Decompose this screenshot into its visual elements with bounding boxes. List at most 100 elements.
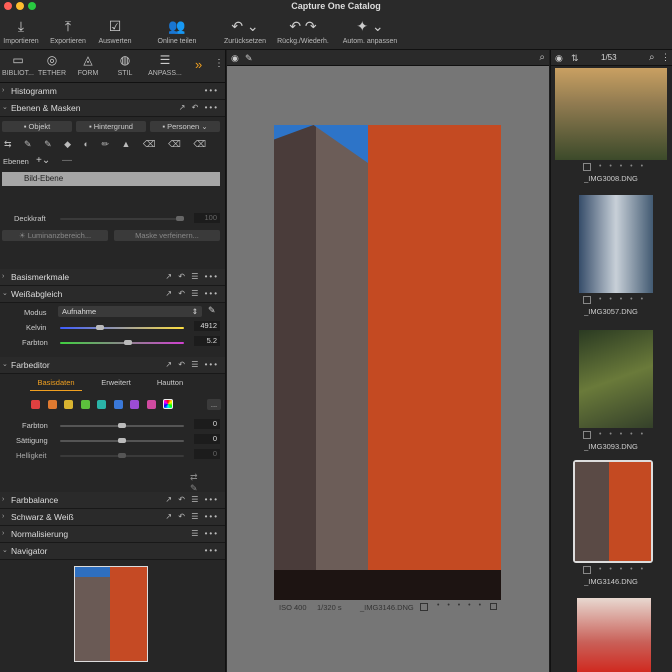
tab-advanced[interactable]: Erweitert [92, 378, 140, 387]
section-tools-icon[interactable]: ↗ ↶ ☰ ••• [165, 509, 219, 525]
rating-dots[interactable]: • • • • • [599, 163, 646, 170]
eye-icon[interactable]: ◉ [555, 53, 563, 64]
section-white-balance[interactable]: ⌄ Weißabgleich ↗ ↶ ☰ ••• [0, 286, 225, 303]
tab-form[interactable]: ◬ FORM [68, 52, 108, 79]
rating-dots[interactable]: • • • • • [437, 602, 484, 609]
undo-redo-button[interactable]: ↶ ↷ Rückg./Wiederh. [275, 15, 331, 47]
export-icon: ⤒ [64, 18, 72, 34]
opacity-slider[interactable] [60, 216, 184, 221]
saturation-value[interactable]: 0 [194, 434, 220, 444]
section-tools-icon[interactable]: ↗ ↶ ☰ ••• [165, 269, 219, 285]
section-navigator[interactable]: ⌄ Navigator ••• [0, 543, 225, 560]
chevron-down-icon: ⌄ [41, 155, 51, 166]
color-swatch[interactable] [47, 400, 57, 409]
color-swatch[interactable] [113, 400, 123, 409]
saturation-slider[interactable] [60, 438, 184, 443]
eyedropper-icon[interactable]: ✎ [208, 305, 216, 316]
section-color-editor[interactable]: ⌄ Farbeditor ↗ ↶ ☰ ••• [0, 357, 225, 374]
navigator-preview[interactable] [74, 566, 148, 662]
select-checkbox[interactable] [420, 603, 428, 611]
color-wheel-swatch[interactable] [163, 399, 173, 409]
pen-icon[interactable]: ✎ [245, 53, 253, 64]
kelvin-value[interactable]: 4912 [194, 321, 220, 331]
thumbnail-item[interactable]: • • • • • _IMG3057.DNG [555, 195, 667, 329]
close-window-button[interactable] [4, 2, 12, 10]
import-button[interactable]: ⤓ Importieren [2, 15, 40, 47]
section-tools-icon[interactable]: ☰ ••• [191, 526, 219, 542]
picker-icons[interactable]: ⇄ ✎ [190, 472, 225, 494]
tabs-menu-icon[interactable]: ⋮ [214, 58, 224, 69]
share-online-button[interactable]: 👥 Online teilen [152, 15, 202, 47]
kelvin-slider[interactable] [60, 325, 184, 330]
people-mask-button[interactable]: ▪ Personen ⌄ [150, 121, 220, 132]
tint-value[interactable]: 5.2 [194, 336, 220, 346]
tools-panel: ▭ BIBLIOT... ◎ TETHER ◬ FORM ◍ STIL ☰ AN… [0, 50, 226, 672]
thumbnail-item-selected[interactable] [573, 460, 653, 563]
main-image[interactable] [274, 125, 501, 600]
color-swatch[interactable] [130, 400, 139, 409]
hue-value[interactable]: 0 [194, 419, 220, 429]
tint-label: Farbton [22, 338, 48, 347]
section-layers[interactable]: ⌄ Ebenen & Masken ↗ ↶ ••• [0, 100, 225, 117]
search-icon[interactable]: ⌕ [649, 52, 655, 63]
search-icon[interactable]: ⌕ [539, 52, 545, 63]
object-mask-button[interactable]: ▪ Objekt [2, 121, 72, 132]
color-tag-icon[interactable] [490, 603, 497, 610]
select-checkbox[interactable] [583, 566, 591, 574]
section-tools-icon[interactable]: ↗ ↶ ☰ ••• [165, 357, 219, 373]
select-checkbox[interactable] [583, 163, 591, 171]
remove-layer-button[interactable]: — [62, 155, 72, 166]
auto-adjust-button[interactable]: ✦ ⌄ Autom. anpassen [340, 15, 400, 47]
section-tools-icon[interactable]: ↗ ↶ ••• [179, 100, 219, 116]
lightness-value[interactable]: 0 [194, 449, 220, 459]
thumbnail-image[interactable] [577, 598, 651, 672]
hue-slider[interactable] [60, 423, 184, 428]
lightness-slider[interactable] [60, 453, 184, 458]
color-swatch[interactable] [80, 400, 90, 409]
mask-tools-icon[interactable]: ⇆ ✎ ✎ ◆ ◐ ✏ ▲ ⌫ ⌫ ⌫ [4, 139, 211, 150]
more-icon[interactable]: ⋮ [661, 52, 670, 63]
select-checkbox[interactable] [583, 431, 591, 439]
minimize-window-button[interactable] [16, 2, 24, 10]
color-swatch[interactable] [97, 400, 106, 409]
tab-skin-tone[interactable]: Hautton [148, 378, 192, 387]
more-icon[interactable]: ••• [205, 543, 219, 559]
eye-icon[interactable]: ◉ [231, 53, 239, 64]
section-black-white[interactable]: › Schwarz & Weiß ↗ ↶ ☰ ••• [0, 509, 225, 526]
maximize-window-button[interactable] [28, 2, 36, 10]
select-checkbox[interactable] [583, 296, 591, 304]
section-histogram[interactable]: › Histogramm ••• [0, 83, 225, 100]
section-tools-icon[interactable]: ↗ ↶ ☰ ••• [165, 286, 219, 302]
thumbnail-item[interactable]: • • • • • _IMG3008.DNG [555, 68, 667, 194]
tab-tether[interactable]: ◎ TETHER [32, 52, 72, 79]
luminance-range-button[interactable]: ☀ Luminanzbereich... [2, 230, 108, 241]
reset-button[interactable]: ↶ ⌄ Zurücksetzen [220, 15, 270, 47]
mode-select[interactable]: Aufnahme ⇕ [58, 306, 202, 317]
tab-style[interactable]: ◍ STIL [105, 52, 145, 79]
review-button[interactable]: ☑ Auswerten [95, 15, 135, 47]
section-color-balance[interactable]: › Farbbalance ↗ ↶ ☰ ••• [0, 492, 225, 509]
color-swatch[interactable] [31, 400, 40, 409]
section-tools-icon[interactable]: ↗ ↶ ☰ ••• [165, 492, 219, 508]
rating-dots[interactable]: • • • • • [599, 431, 646, 438]
tab-adjust[interactable]: ☰ ANPASS... [143, 52, 187, 79]
section-normalize[interactable]: › Normalisierung ☰ ••• [0, 526, 225, 543]
rating-dots[interactable]: • • • • • [599, 566, 646, 573]
background-mask-button[interactable]: ▪ Hintergrund [76, 121, 146, 132]
more-tabs-icon[interactable]: » [195, 57, 202, 72]
export-button[interactable]: ⤒ Exportieren [46, 15, 90, 47]
rating-dots[interactable]: • • • • • [599, 296, 646, 303]
sort-icon[interactable]: ⇅ [571, 53, 579, 64]
more-swatches-button[interactable]: ... [207, 399, 221, 410]
tint-slider[interactable] [60, 340, 184, 345]
more-icon[interactable]: ••• [205, 83, 219, 99]
refine-mask-button[interactable]: Maske verfeinern... [114, 230, 220, 241]
color-swatch[interactable] [64, 400, 73, 409]
section-basic[interactable]: › Basismerkmale ↗ ↶ ☰ ••• [0, 269, 225, 286]
color-swatch[interactable] [146, 400, 156, 409]
opacity-value[interactable]: 100 [194, 213, 220, 223]
add-layer-button[interactable]: +⌄ [36, 155, 50, 166]
tab-basic[interactable]: Basisdaten [30, 378, 82, 391]
thumbnail-item[interactable]: • • • • • _IMG3093.DNG [555, 330, 667, 466]
layer-item[interactable]: Bild-Ebene [2, 172, 220, 186]
